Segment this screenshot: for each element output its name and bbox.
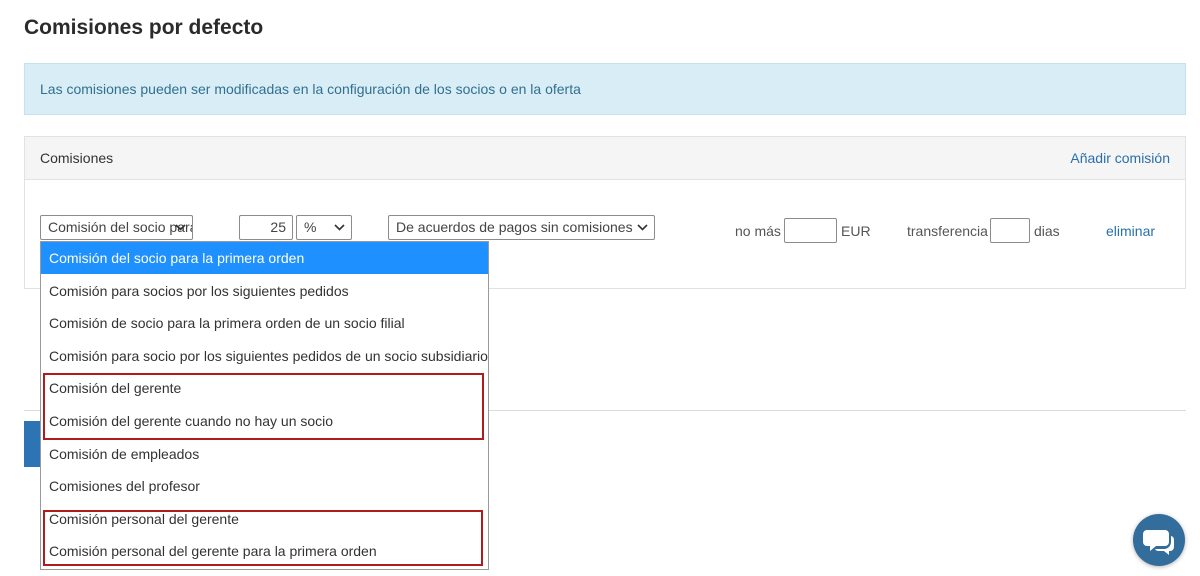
delete-commission-link[interactable]: eliminar bbox=[1106, 223, 1155, 239]
commission-type-value: Comisión del socio para la primera orden bbox=[48, 219, 192, 235]
panel-header: Comisiones Añadir comisión bbox=[25, 137, 1185, 180]
max-amount-input[interactable] bbox=[784, 218, 837, 243]
panel-title: Comisiones bbox=[40, 150, 114, 166]
commission-source-select[interactable]: De acuerdos de pagos sin comisiones bbox=[388, 215, 655, 240]
transfer-days-input[interactable] bbox=[990, 218, 1030, 243]
currency-label: EUR bbox=[841, 223, 871, 239]
highlight-box-manager bbox=[43, 373, 484, 440]
days-label: dias bbox=[1034, 223, 1060, 239]
info-alert-text: Las comisiones pueden ser modificadas en… bbox=[40, 81, 581, 97]
chevron-down-icon bbox=[334, 224, 345, 231]
chat-bubbles-icon bbox=[1143, 530, 1175, 555]
commission-type-select[interactable]: Comisión del socio para la primera orden bbox=[40, 215, 193, 240]
save-button[interactable] bbox=[24, 421, 40, 467]
commission-unit-select[interactable]: % bbox=[296, 215, 352, 240]
dropdown-option[interactable]: Comisión del socio para la primera orden bbox=[41, 242, 488, 274]
dropdown-option[interactable]: Comisión para socio por los siguientes p… bbox=[41, 340, 488, 372]
dropdown-option[interactable]: Comisión de empleados bbox=[41, 438, 488, 470]
dropdown-option[interactable]: Comisiones del profesor bbox=[41, 470, 488, 502]
commission-unit-value: % bbox=[304, 219, 317, 235]
chat-button[interactable] bbox=[1133, 514, 1185, 566]
page-title: Comisiones por defecto bbox=[24, 16, 264, 39]
add-commission-link[interactable]: Añadir comisión bbox=[1070, 150, 1170, 166]
info-alert: Las comisiones pueden ser modificadas en… bbox=[24, 63, 1186, 115]
commission-amount-input[interactable]: 25 bbox=[239, 215, 293, 240]
dropdown-option[interactable]: Comisión para socios por los siguientes … bbox=[41, 275, 488, 307]
dropdown-option[interactable]: Comisión de socio para la primera orden … bbox=[41, 307, 488, 339]
max-label: no más bbox=[735, 223, 781, 239]
transfer-label: transferencia bbox=[907, 223, 988, 239]
commission-amount-value: 25 bbox=[270, 219, 286, 235]
chevron-down-icon bbox=[175, 224, 186, 231]
chevron-down-icon bbox=[637, 224, 648, 231]
commission-source-value: De acuerdos de pagos sin comisiones bbox=[396, 219, 633, 235]
highlight-box-personal-manager bbox=[43, 510, 483, 566]
